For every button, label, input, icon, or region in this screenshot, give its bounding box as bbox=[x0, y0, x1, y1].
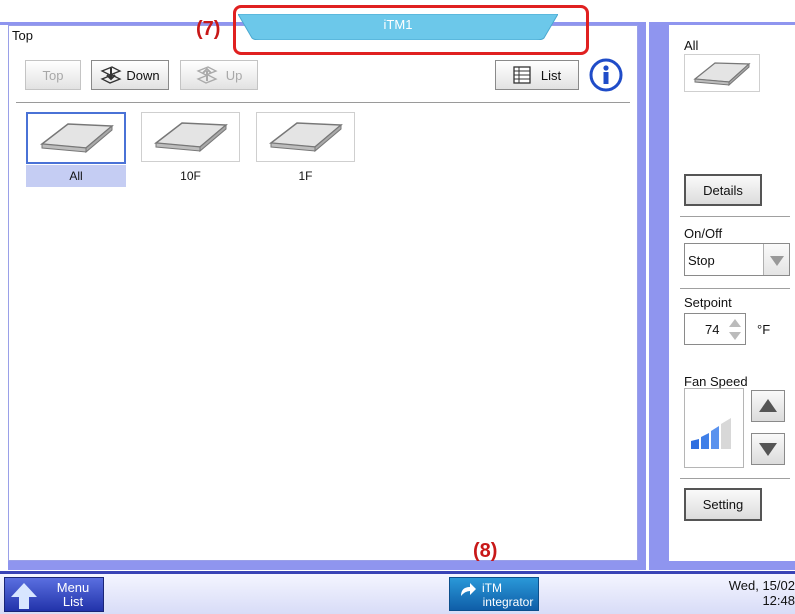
breadcrumb: Top bbox=[12, 28, 33, 43]
onoff-label: On/Off bbox=[684, 226, 723, 241]
list-button[interactable]: List bbox=[495, 60, 579, 90]
itm-integrator-label: iTM integrator bbox=[478, 581, 538, 609]
onoff-select-value: Stop bbox=[688, 253, 715, 268]
area-label-1f: 1F bbox=[298, 169, 313, 183]
setpoint-value: 74 bbox=[705, 322, 720, 337]
setpoint-stepper[interactable]: 74 bbox=[684, 313, 746, 345]
fan-speed-down-button[interactable] bbox=[751, 433, 785, 465]
bottom-bar-inner bbox=[0, 574, 795, 614]
floor-icon bbox=[154, 122, 228, 153]
side-divider bbox=[680, 288, 790, 289]
area-label-10f: 10F bbox=[180, 169, 201, 183]
callout-7-label: (7) bbox=[196, 18, 221, 40]
menu-list-label: Menu List bbox=[45, 581, 101, 609]
info-icon[interactable] bbox=[589, 58, 623, 92]
top-button[interactable]: Top bbox=[25, 60, 81, 90]
clock: Wed, 15/02 12:48 bbox=[700, 578, 795, 608]
area-tile-all[interactable] bbox=[26, 112, 126, 164]
down-button-label: Down bbox=[126, 67, 160, 83]
clock-date: Wed, 15/02 bbox=[728, 578, 795, 593]
setting-button[interactable]: Setting bbox=[684, 488, 762, 521]
floor-icon bbox=[693, 62, 751, 87]
fan-speed-label: Fan Speed bbox=[684, 374, 748, 389]
setpoint-spinner-icon[interactable] bbox=[726, 316, 744, 343]
down-level-icon bbox=[100, 66, 122, 84]
onoff-select[interactable]: Stop bbox=[684, 243, 790, 276]
clock-time: 12:48 bbox=[762, 593, 795, 608]
details-button-label: Details bbox=[703, 182, 743, 198]
arrow-up-icon bbox=[759, 399, 777, 412]
side-divider bbox=[680, 478, 790, 479]
up-button[interactable]: Up bbox=[180, 60, 258, 90]
floor-icon bbox=[269, 122, 343, 153]
callout-7-highlight bbox=[233, 5, 589, 55]
side-panel bbox=[669, 25, 795, 561]
area-tile-1f[interactable] bbox=[256, 112, 355, 162]
itm-line-1: iTM bbox=[482, 581, 502, 595]
curved-arrow-icon bbox=[461, 583, 476, 596]
list-icon bbox=[513, 66, 531, 84]
side-divider bbox=[680, 216, 790, 217]
callout-8-label: (8) bbox=[473, 540, 498, 562]
area-panel bbox=[8, 25, 638, 561]
list-button-label: List bbox=[540, 67, 562, 83]
area-label-all: All bbox=[69, 169, 83, 183]
setting-button-label: Setting bbox=[702, 497, 744, 512]
up-level-icon bbox=[196, 66, 218, 84]
fan-speed-up-button[interactable] bbox=[751, 390, 785, 422]
floor-icon bbox=[40, 123, 114, 154]
setpoint-unit: °F bbox=[757, 322, 771, 337]
side-frame-top-border bbox=[649, 22, 795, 25]
details-button[interactable]: Details bbox=[684, 174, 762, 206]
onoff-dropdown-button[interactable] bbox=[763, 244, 789, 275]
menu-line-1: Menu bbox=[56, 580, 90, 595]
chevron-down-icon bbox=[770, 256, 784, 266]
selected-area-name: All bbox=[684, 38, 699, 53]
selected-area-icon-box bbox=[684, 54, 760, 92]
fan-speed-display bbox=[684, 388, 744, 468]
menu-list-button[interactable]: Menu List bbox=[4, 577, 104, 612]
left-margin bbox=[0, 25, 8, 570]
up-button-label: Up bbox=[225, 67, 243, 83]
setpoint-label: Setpoint bbox=[684, 295, 732, 310]
menu-line-2: List bbox=[62, 594, 84, 609]
toolbar-divider bbox=[16, 102, 630, 103]
arrow-down-icon bbox=[759, 443, 777, 456]
area-tile-10f[interactable] bbox=[141, 112, 240, 162]
down-button[interactable]: Down bbox=[91, 60, 169, 90]
arrow-up-icon bbox=[11, 583, 37, 609]
fan-speed-level-icon bbox=[691, 418, 731, 449]
itm-integrator-button[interactable]: iTM integrator bbox=[449, 577, 539, 611]
itm-line-2: integrator bbox=[482, 595, 534, 609]
top-button-label: Top bbox=[42, 67, 64, 83]
